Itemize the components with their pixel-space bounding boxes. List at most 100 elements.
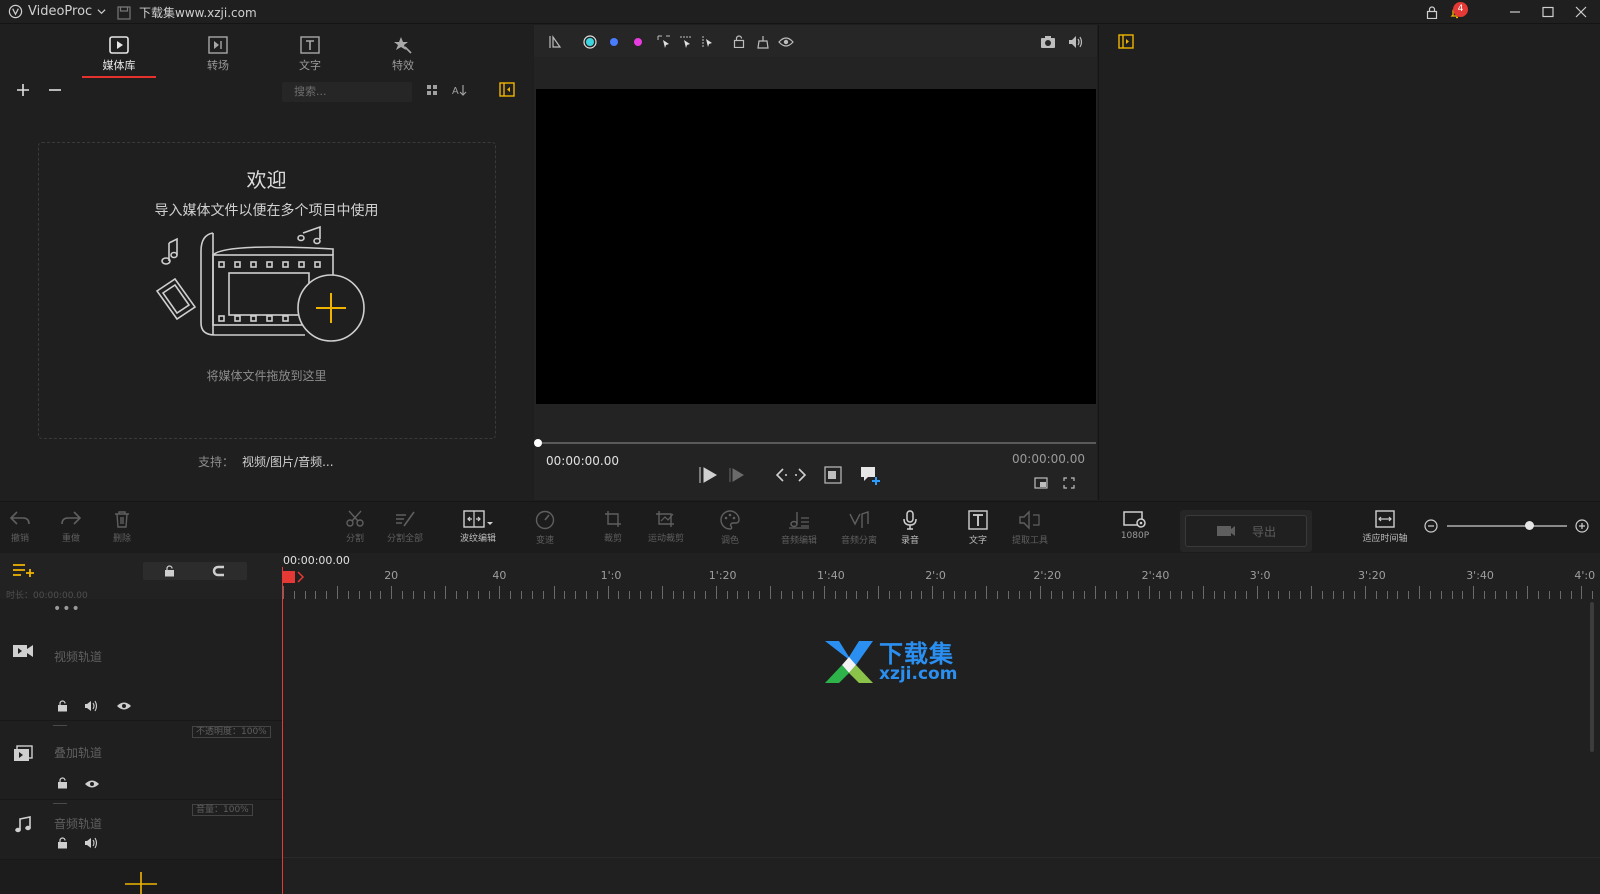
zoom-slider-handle[interactable] [1524,521,1534,530]
playhead-marker[interactable] [283,571,295,583]
clean-icon[interactable] [756,35,770,49]
compare-icon[interactable] [548,35,562,49]
color-button[interactable]: 调色 [700,510,760,546]
app-name: VideoProc [28,4,93,19]
speed-button[interactable]: 变速 [515,510,575,546]
maximize-icon[interactable] [1537,3,1559,21]
snapshot-icon[interactable] [1040,35,1056,49]
tab-label: 转场 [207,59,229,72]
playhead-line[interactable] [282,567,283,894]
delete-button[interactable]: 删除 [92,510,152,544]
audio-edit-button[interactable]: 音频编辑 [769,510,829,546]
overlay-opacity[interactable]: 不透明度：100% [192,726,271,738]
volume-icon[interactable] [84,700,98,712]
motion-crop-label: 运动裁剪 [647,534,684,544]
add-track-icon[interactable] [12,562,34,578]
select-area-icon[interactable] [679,35,693,49]
audio-track-name: 音频轨道 [54,817,103,831]
magnet-icon[interactable] [212,565,226,577]
sort-icon[interactable]: A [452,83,468,97]
close-icon[interactable] [1570,3,1592,21]
tab-text[interactable]: 文字 [273,35,347,85]
resolution-label: 1080P [1120,531,1150,541]
more-icon[interactable]: ••• [53,601,81,617]
minimize-icon[interactable] [1504,3,1526,21]
lock-icon[interactable] [733,35,745,48]
export-button[interactable]: 导出 [1185,515,1307,547]
grid-view-icon[interactable] [426,84,438,96]
tab-label: 文字 [299,59,321,72]
panel-toggle-icon[interactable] [499,82,515,97]
video-canvas[interactable] [536,89,1096,404]
color-label: 调色 [720,536,739,546]
remove-media-button[interactable] [48,83,62,97]
speedometer-icon [535,510,555,530]
zoom-slider-track[interactable] [1447,525,1567,527]
add-media-button[interactable] [16,83,30,97]
stop-button[interactable] [729,467,745,483]
audio-volume[interactable]: 音量：100% [192,804,253,816]
fit-timeline-icon [1375,510,1395,528]
eye-icon[interactable] [116,701,132,711]
prev-frame-button[interactable] [776,468,806,482]
add-track-button[interactable] [124,870,158,894]
text-button[interactable]: 文字 [948,510,1008,546]
fit-screen-button[interactable] [824,466,842,484]
color-dot-cyan-icon[interactable] [583,35,597,49]
drag-handle[interactable] [53,725,67,726]
record-button[interactable]: 录音 [880,510,940,546]
timeline-ruler[interactable]: 00:00:00.00 20 40 1':0 1':20 1':40 2':0 2':20 2… [283,553,1600,599]
crop-icon [605,511,621,527]
save-icon[interactable] [117,5,131,20]
lock-all-icon[interactable] [164,565,175,577]
lock-icon[interactable] [57,700,68,712]
pip-icon[interactable] [1034,477,1048,489]
fullscreen-icon[interactable] [1063,477,1075,489]
lock-icon[interactable] [1421,3,1443,21]
scrubber-handle[interactable] [534,439,542,447]
text-label: 文字 [968,536,987,546]
audio-split-icon [849,511,869,528]
color-dot-blue-icon[interactable] [607,35,621,49]
fit-timeline-button[interactable]: 适应时间轴 [1355,510,1415,544]
ruler-label: 20 [384,569,399,582]
redo-label: 重做 [61,534,80,544]
crop-button[interactable]: 裁剪 [583,510,643,544]
volume-icon[interactable] [84,837,98,849]
preview-scrubber[interactable] [536,442,1096,444]
extract-audio-icon [1019,510,1040,530]
ruler-label: 3':40 [1466,569,1494,582]
redo-icon [61,511,82,525]
audio-track-header: 音量：100% 音频轨道 [0,800,283,860]
select-column-icon[interactable] [701,35,715,49]
select-tool-icon[interactable] [657,35,671,49]
play-icon [699,467,717,483]
tab-effects[interactable]: 特效 [366,35,440,85]
eye-icon[interactable] [778,36,794,48]
split-all-button[interactable]: 分割全部 [375,510,435,544]
volume-icon[interactable] [1068,35,1084,49]
eye-icon[interactable] [84,779,100,789]
active-tab-indicator [82,76,156,78]
add-to-timeline-button[interactable] [859,465,881,485]
ruler-label: 2':40 [1141,569,1170,582]
tab-label: 特效 [392,59,414,72]
wave-edit-button[interactable]: 波纹编辑 [448,510,508,544]
motion-crop-button[interactable]: 运动裁剪 [636,510,696,544]
search-input[interactable]: 搜索... [282,82,412,102]
zoom-out-icon[interactable] [1424,519,1438,533]
extract-tool-button[interactable]: 提取工具 [1000,510,1060,546]
zoom-in-icon[interactable] [1575,519,1589,533]
play-button[interactable] [699,466,717,484]
timeline-vertical-scrollbar[interactable] [1590,602,1594,752]
panel-toggle-icon[interactable] [1118,34,1134,49]
add-track-area [0,860,283,894]
resolution-button[interactable]: 1080P [1105,510,1165,541]
tab-transition[interactable]: 转场 [181,35,255,85]
app-menu[interactable]: VideoProc [8,4,106,19]
fit-screen-icon [824,466,842,484]
lock-icon[interactable] [57,777,68,789]
color-dot-magenta-icon[interactable] [631,35,645,49]
drag-handle[interactable] [53,803,67,804]
lock-icon[interactable] [57,837,68,849]
